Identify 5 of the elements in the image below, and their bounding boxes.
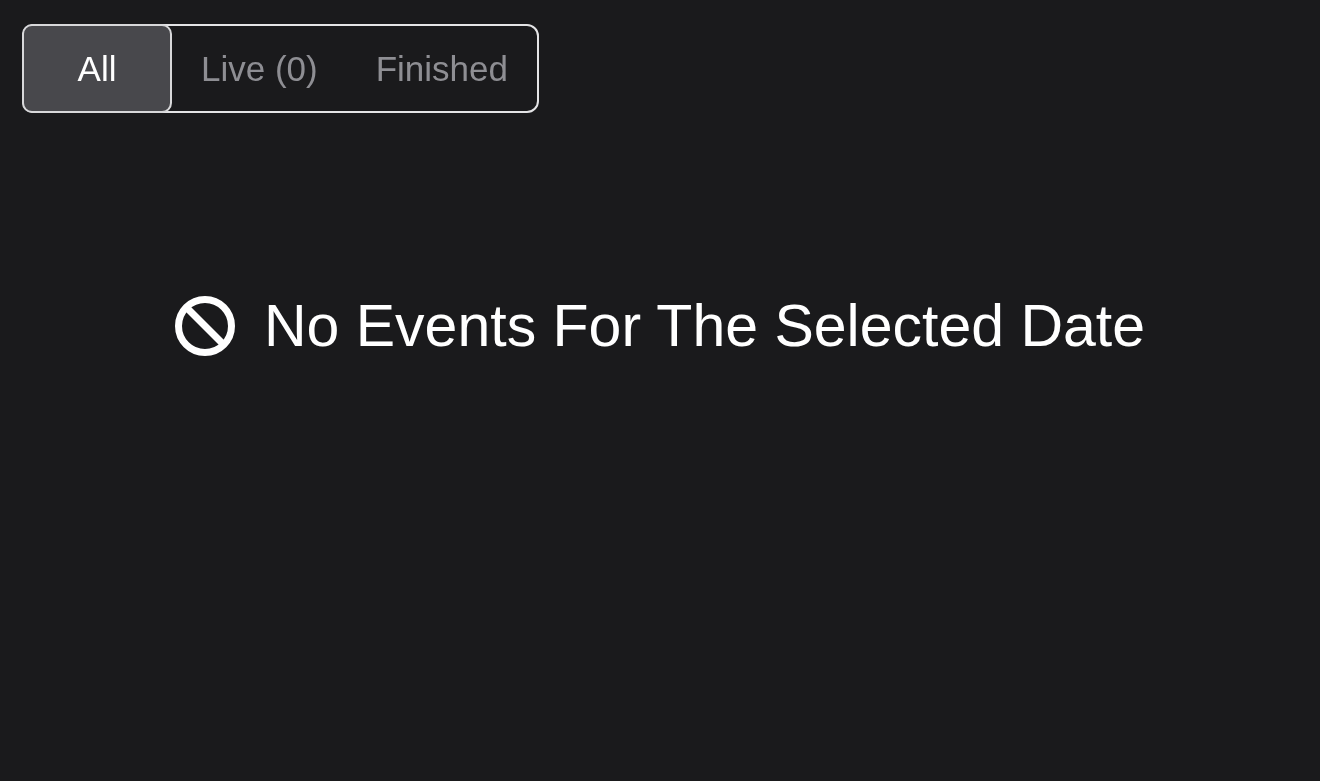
filter-tab[interactable]: Finished [346,24,537,113]
filter-tab[interactable]: Live (0) [172,24,347,113]
filter-tab[interactable]: All [22,24,172,113]
empty-state-message: No Events For The Selected Date [263,292,1146,360]
prohibited-icon [174,296,235,356]
